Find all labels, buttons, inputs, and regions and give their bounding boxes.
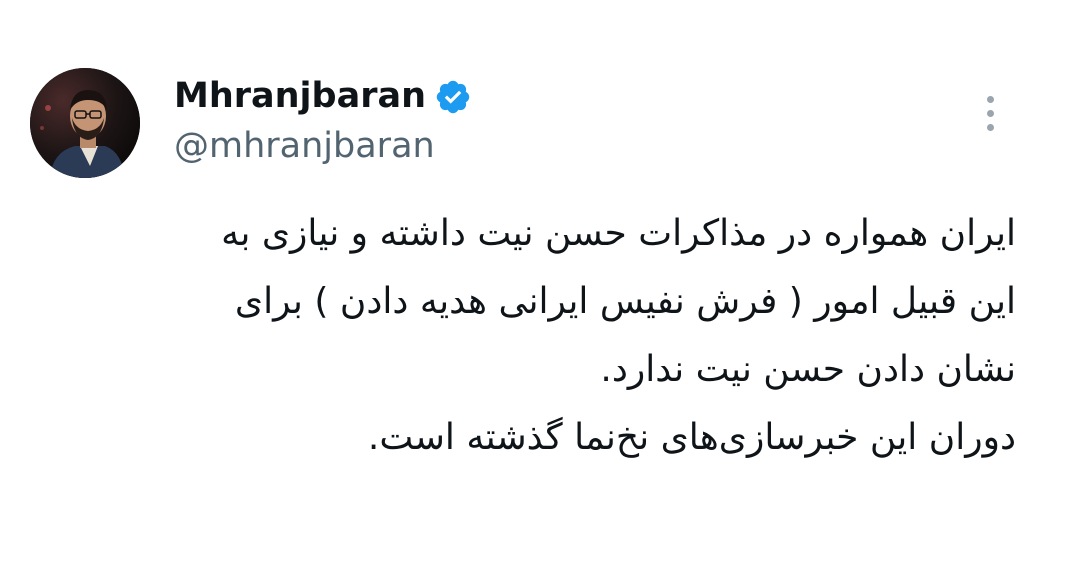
tweet-text-line: دوران این خبرسازی‌های نخ‌نما گذشته است.: [367, 417, 1016, 458]
tweet-text: ایران همواره در مذاکرات حسن نیت داشته و …: [56, 200, 1016, 472]
tweet-text-line: نشان دادن حسن نیت ندارد.: [600, 349, 1016, 390]
avatar[interactable]: [30, 68, 140, 178]
more-options-button[interactable]: [976, 92, 1006, 134]
more-vertical-icon-dot: [987, 124, 994, 131]
user-handle[interactable]: @mhranjbaran: [174, 124, 435, 168]
tweet-card: Mhranjbaran @mhranjbaran ایران همواره در…: [0, 0, 1076, 572]
more-vertical-icon-dot: [987, 110, 994, 117]
display-name[interactable]: Mhranjbaran: [174, 74, 426, 118]
tweet-text-line: ایران همواره در مذاکرات حسن نیت داشته و …: [221, 213, 1016, 254]
verified-badge-icon: [436, 80, 470, 114]
avatar-image: [30, 68, 140, 178]
tweet-text-line: این قبیل امور ( فرش نفیس ایرانی هدیه داد…: [234, 281, 1016, 322]
more-vertical-icon: [987, 96, 994, 103]
